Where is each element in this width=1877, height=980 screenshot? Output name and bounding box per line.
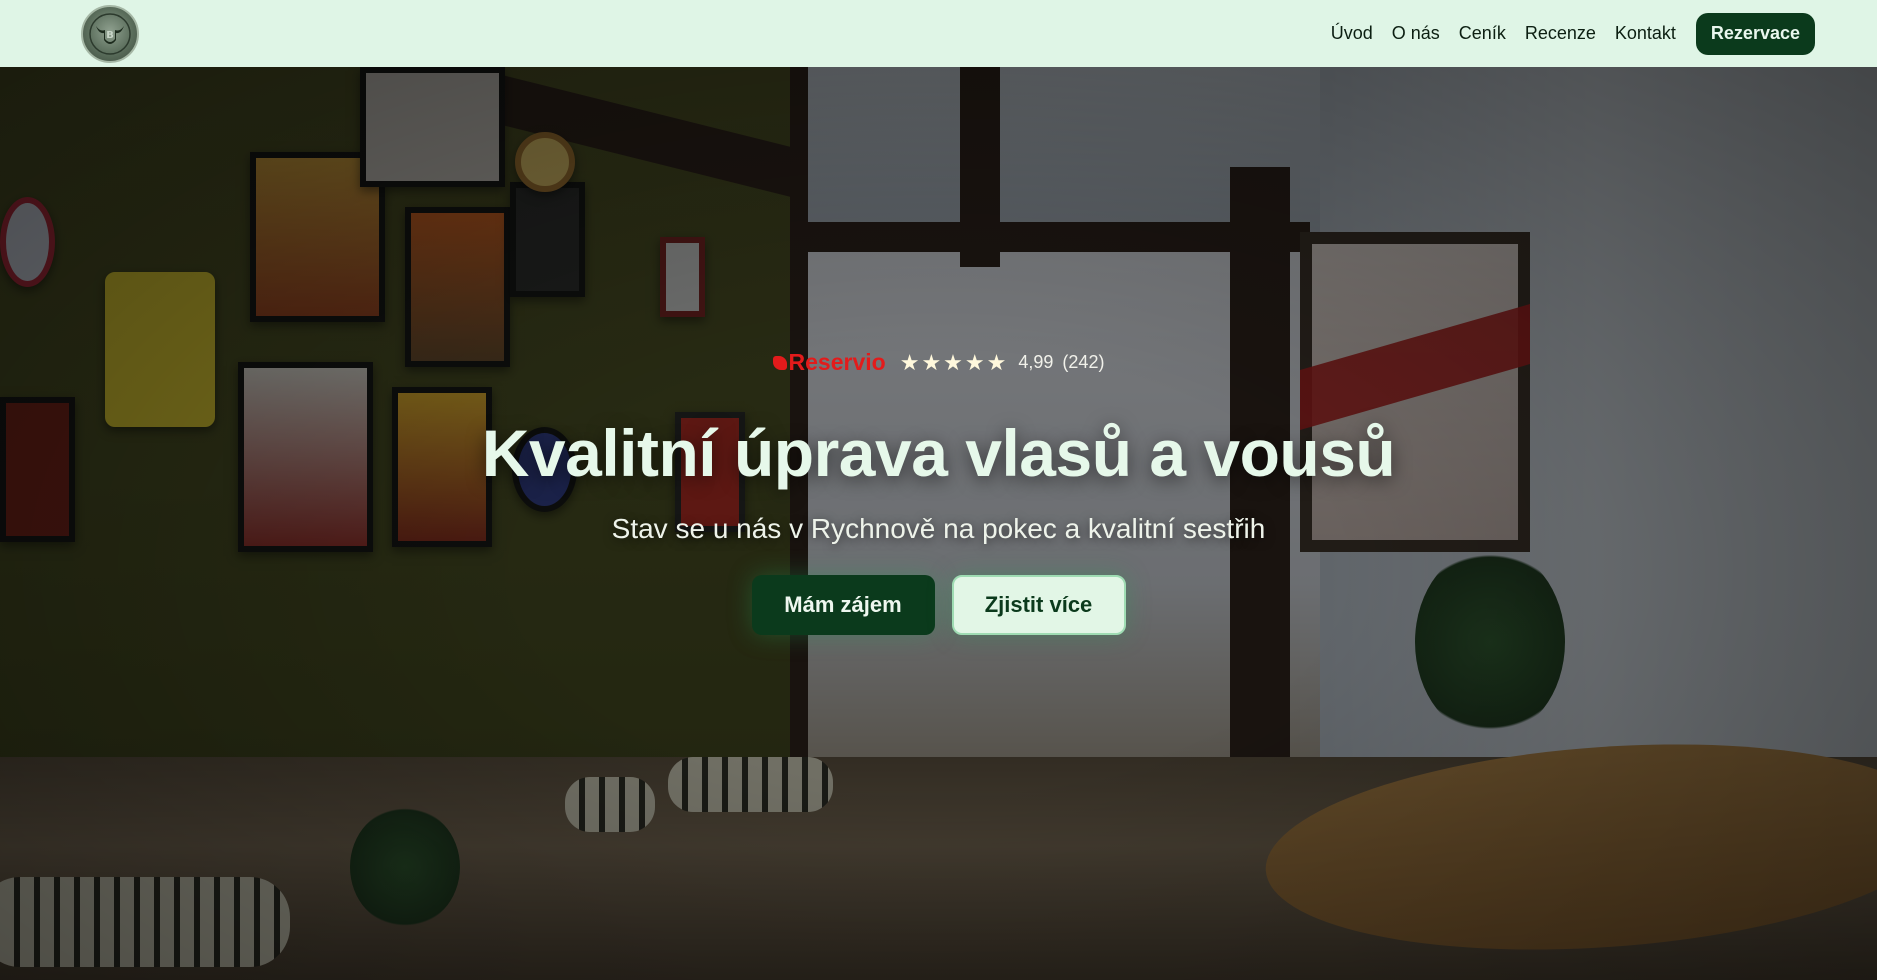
star-icon: ★ — [964, 349, 985, 375]
reservio-rating-widget[interactable]: Reservio ★ ★ ★ ★ ★ 4,99 (242) — [772, 349, 1105, 376]
star-icon: ★ — [986, 349, 1007, 375]
nav-link-kontakt[interactable]: Kontakt — [1615, 23, 1676, 44]
review-count: (242) — [1062, 352, 1105, 372]
nav-link-recenze[interactable]: Recenze — [1525, 23, 1596, 44]
nav-link-uvod[interactable]: Úvod — [1331, 23, 1373, 44]
rating-stars: ★ ★ ★ ★ ★ — [899, 349, 1009, 375]
interest-button[interactable]: Mám zájem — [751, 575, 935, 635]
learn-more-button[interactable]: Zjistit více — [951, 575, 1126, 635]
hero-content: Reservio ★ ★ ★ ★ ★ 4,99 (242) Kvalitní ú… — [0, 67, 1877, 980]
reservio-flag-icon — [772, 355, 787, 370]
star-icon: ★ — [943, 349, 963, 375]
hero-title: Kvalitní úprava vlasů a vousů — [481, 416, 1396, 490]
reservation-button[interactable]: Rezervace — [1695, 12, 1815, 55]
brand-logo[interactable]: B — [81, 4, 139, 63]
reservio-label: Reservio — [788, 349, 886, 375]
main-nav: Úvod O nás Ceník Recenze Kontakt Rezerva… — [1312, 12, 1815, 55]
nav-link-cenik[interactable]: Ceník — [1459, 23, 1506, 44]
hero-buttons: Mám zájem Zjistit více — [751, 575, 1126, 635]
bull-head-logo-icon: B — [89, 12, 131, 55]
hero-subtitle: Stav se u nás v Rychnově na pokec a kval… — [611, 513, 1266, 544]
star-icon: ★ — [921, 349, 942, 375]
svg-text:B: B — [106, 30, 114, 41]
nav-link-o-nas[interactable]: O nás — [1392, 23, 1440, 44]
reservio-logo: Reservio — [772, 349, 886, 376]
rating-value: 4,99 — [1018, 352, 1054, 372]
site-header: B Úvod O nás Ceník Recenze Kontakt Rezer… — [0, 0, 1877, 67]
star-icon: ★ — [899, 349, 920, 375]
